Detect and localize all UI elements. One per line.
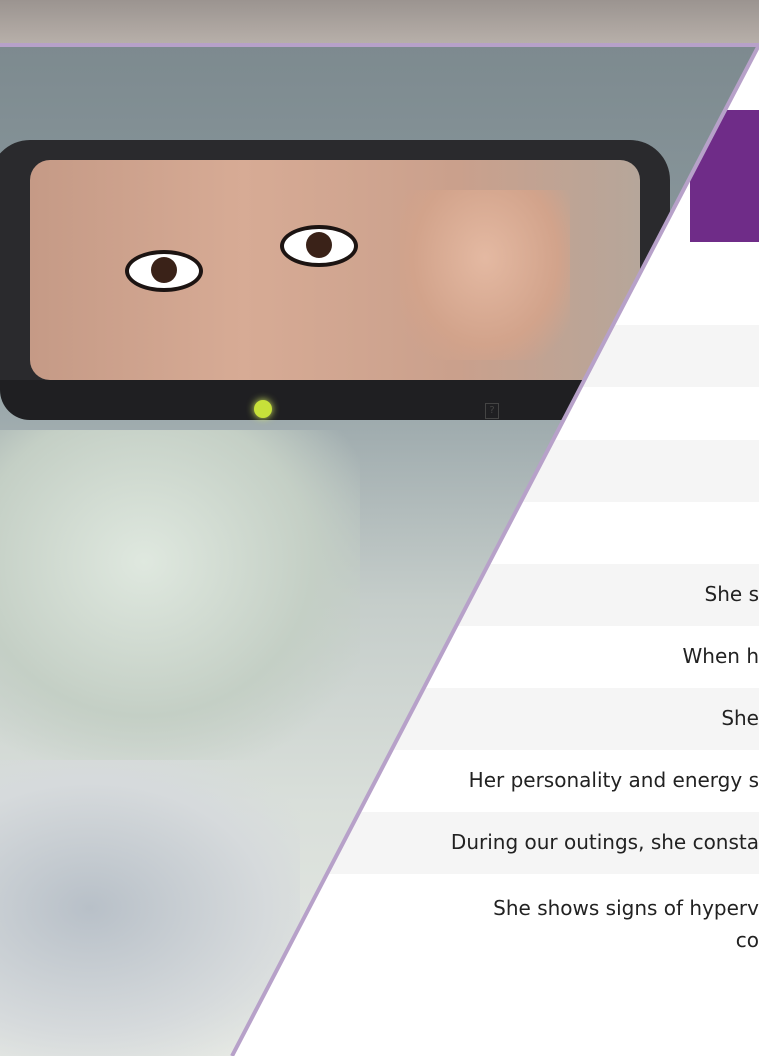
diagonal-frame-line — [230, 44, 759, 1056]
diagonal-frame — [0, 43, 759, 1056]
